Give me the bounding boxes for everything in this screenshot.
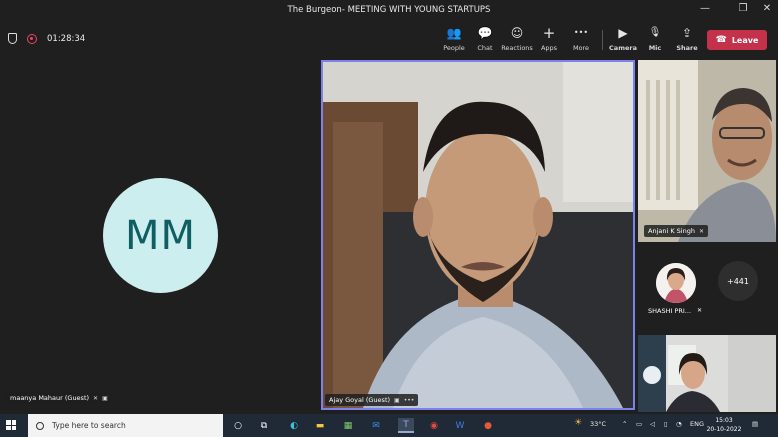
camera-icon: ▶ [618, 26, 628, 40]
weather-icon: ☀ [574, 418, 583, 428]
chat-button[interactable]: 💬 Chat [467, 26, 503, 52]
close-button[interactable]: ✕ [756, 3, 778, 14]
powerpoint-icon[interactable]: ● [480, 418, 496, 433]
participant-name: maanya Mahaur (Guest) [10, 394, 90, 402]
meeting-stage: MM maanya Mahaur (Guest) ✕ ▣ Ajay Goyal … [0, 58, 778, 414]
more-options-icon[interactable]: ••• [404, 397, 415, 404]
search-placeholder: Type here to search [52, 421, 126, 430]
maximize-button[interactable]: ❐ [732, 3, 754, 14]
camera-button[interactable]: ▶ Camera [605, 26, 641, 52]
share-icon: ⇪ [681, 26, 693, 40]
recording-icon [27, 33, 37, 44]
clock-date: 20-10-2022 [706, 426, 742, 433]
share-label: Share [676, 44, 698, 52]
mic-off-icon: ✕ [697, 307, 703, 314]
anjani-name: Anjani K Singh [648, 227, 695, 235]
participant-video-lady[interactable] [638, 335, 776, 412]
anjani-name-tag: Anjani K Singh ✕ [644, 225, 709, 237]
chat-icon: 💬 [477, 26, 493, 40]
apps-icon: + [542, 24, 556, 42]
speaker-video-frame [323, 62, 633, 408]
shashi-name-tag: SHASHI PRI... ✕ [648, 307, 702, 315]
apps-button[interactable]: + Apps [531, 24, 567, 53]
file-explorer-icon[interactable]: ▬ [312, 418, 328, 433]
share-button[interactable]: ⇪ Share [669, 26, 705, 52]
more-label: More [572, 44, 590, 52]
shield-icon [8, 33, 17, 44]
windows-start-icon[interactable] [6, 420, 16, 430]
participant-avatar-shashi[interactable] [656, 263, 696, 303]
notifications-icon[interactable]: ▤ [752, 420, 758, 428]
tray-chevron-icon[interactable]: ⌃ [622, 420, 627, 428]
mic-button[interactable]: 🎙 Mic [637, 26, 673, 52]
screen-icon: ▣ [394, 396, 400, 404]
more-button[interactable]: ••• More [563, 26, 599, 52]
more-icon: ••• [573, 28, 589, 37]
apps-label: Apps [540, 44, 558, 52]
task-view-icon[interactable]: ⧉ [256, 418, 272, 433]
meeting-info: 01:28:34 [8, 33, 85, 44]
phone-hangup-icon: ☎ [715, 35, 727, 45]
language-indicator[interactable]: ENG [690, 420, 704, 428]
main-speaker-video[interactable] [321, 60, 635, 410]
store-icon[interactable]: ▦ [340, 418, 356, 433]
window-title: The Burgeon- MEETING WITH YOUNG STARTUPS [287, 5, 491, 15]
chat-label: Chat [477, 44, 493, 52]
shashi-avatar-image [656, 263, 696, 303]
wifi-icon[interactable]: ◔ [676, 420, 682, 428]
more-participants-button[interactable]: +441 [718, 261, 758, 301]
reactions-button[interactable]: ☺ Reactions [499, 26, 535, 52]
shashi-name: SHASHI PRI... [648, 307, 692, 315]
volume-icon[interactable]: ◁ [650, 420, 655, 428]
taskbar-search-box[interactable]: Type here to search [28, 414, 223, 437]
teams-icon[interactable]: T [398, 418, 414, 433]
anjani-video-frame [638, 60, 776, 242]
title-bar: The Burgeon- MEETING WITH YOUNG STARTUPS… [0, 0, 778, 22]
speaker-name: Ajay Goyal (Guest) [329, 396, 391, 404]
taskbar-clock[interactable]: 15:03 20-10-2022 [706, 416, 742, 434]
edge-icon[interactable]: ◐ [286, 418, 302, 433]
meeting-toolbar: 01:28:34 👥 People 💬 Chat ☺ Reactions + A… [0, 22, 778, 58]
avatar: MM [103, 178, 218, 293]
chrome-icon[interactable]: ◉ [426, 418, 442, 433]
search-icon [36, 421, 44, 430]
clock-time: 15:03 [715, 417, 733, 424]
speaker-name-tag: Ajay Goyal (Guest) ▣ ••• [325, 394, 419, 406]
mic-off-icon: ✕ [93, 394, 99, 402]
mic-off-icon: 🎙 [648, 27, 662, 38]
leave-label: Leave [731, 35, 759, 45]
reactions-label: Reactions [501, 44, 533, 52]
network-icon[interactable]: ▭ [636, 420, 642, 428]
screen-icon: ▣ [102, 394, 108, 402]
meeting-timer: 01:28:34 [47, 33, 86, 44]
lady-video-frame [638, 335, 776, 412]
mail-icon[interactable]: ✉ [368, 418, 384, 433]
reactions-icon: ☺ [510, 26, 524, 40]
mic-off-icon: ✕ [698, 227, 705, 235]
battery-icon[interactable]: ▯ [664, 420, 668, 428]
toolbar-divider [602, 30, 603, 50]
participant-tile-maanya[interactable]: MM [0, 58, 320, 410]
minimize-button[interactable]: — [694, 3, 716, 14]
camera-label: Camera [609, 44, 637, 52]
participant-video-anjani[interactable] [638, 60, 776, 242]
windows-taskbar: Type here to search ○ ⧉ ◐ ▬ ▦ ✉ T ◉ W ● … [0, 414, 778, 437]
mic-label: Mic [648, 44, 662, 52]
weather-temperature[interactable]: 33°C [590, 420, 606, 428]
cortana-icon[interactable]: ○ [230, 418, 246, 433]
leave-button[interactable]: ☎ Leave [707, 30, 767, 50]
word-icon[interactable]: W [452, 418, 468, 433]
participant-name-tag: maanya Mahaur (Guest) ✕ ▣ [6, 392, 112, 404]
